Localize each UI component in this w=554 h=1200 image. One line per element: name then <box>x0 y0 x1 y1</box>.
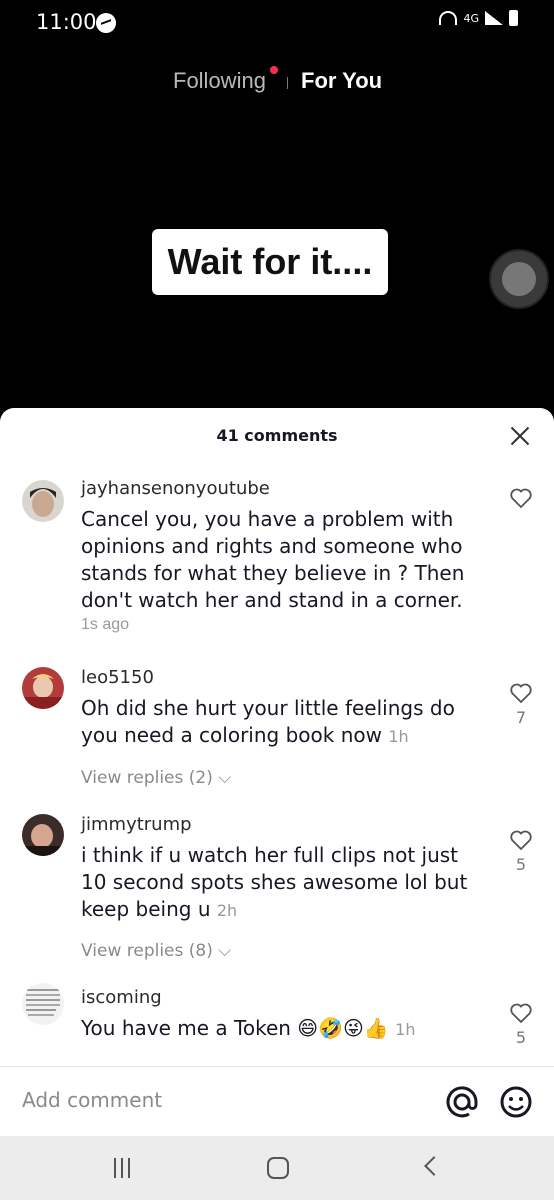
view-replies-link[interactable]: View replies (2) ⌵ <box>81 768 231 788</box>
heart-icon[interactable] <box>509 1001 533 1025</box>
comment-body: You have me a Token 😄🤣😜👍 <box>81 1016 389 1040</box>
battery-icon <box>509 10 518 26</box>
tab-for-you[interactable]: For You <box>301 68 382 94</box>
record-disc-button[interactable] <box>489 249 549 309</box>
view-replies-label: View replies (8) <box>81 941 213 961</box>
view-replies-link[interactable]: View replies (8) ⌵ <box>81 941 231 961</box>
add-comment-input[interactable] <box>22 1088 422 1112</box>
video-caption: Wait for it.... <box>152 229 388 295</box>
like-count: 5 <box>515 1028 527 1047</box>
add-comment-bar <box>0 1066 554 1136</box>
comments-count: 41 comments <box>216 426 338 445</box>
comment-username[interactable]: leo5150 <box>81 667 154 688</box>
status-bar: 11:00 4G <box>0 0 554 44</box>
back-icon[interactable] <box>424 1156 444 1176</box>
comment-username[interactable]: jimmytrump <box>81 814 192 835</box>
heart-icon[interactable] <box>509 486 533 510</box>
close-icon[interactable] <box>508 424 532 448</box>
at-icon[interactable] <box>445 1085 479 1119</box>
avatar[interactable] <box>22 667 64 709</box>
avatar[interactable] <box>22 480 64 522</box>
comment-body: Cancel you, you have a problem with opin… <box>81 507 465 612</box>
chevron-down-icon: ⌵ <box>218 941 232 961</box>
like-count: 5 <box>515 855 527 874</box>
heart-icon[interactable] <box>509 681 533 705</box>
chevron-down-icon: ⌵ <box>218 768 232 788</box>
comment-text: You have me a Token 😄🤣😜👍 1h <box>81 1015 481 1043</box>
comment-text: i think if u watch her full clips not ju… <box>81 842 486 924</box>
recents-icon[interactable] <box>112 1158 132 1178</box>
system-nav-bar <box>0 1136 554 1200</box>
comment-text: Oh did she hurt your little feelings do … <box>81 695 491 750</box>
status-time: 11:00 <box>36 10 97 34</box>
comment-time: 1s ago <box>81 616 130 633</box>
network-type: 4G <box>463 11 479 25</box>
avatar[interactable] <box>22 983 64 1025</box>
avatar[interactable] <box>22 814 64 856</box>
feed-tabs: Following For You <box>0 66 554 100</box>
like-count: 7 <box>515 708 527 727</box>
comment-time: 1h <box>395 1020 416 1039</box>
emoji-icon[interactable] <box>499 1085 533 1119</box>
messenger-icon <box>96 13 116 33</box>
comment-body: i think if u watch her full clips not ju… <box>81 843 468 921</box>
heart-icon[interactable] <box>509 828 533 852</box>
tab-divider <box>287 77 288 89</box>
wifi-icon <box>439 11 458 25</box>
comment-time: 1h <box>388 727 409 746</box>
comment-username[interactable]: jayhansenonyoutube <box>81 478 270 499</box>
tab-following[interactable]: Following <box>173 68 266 94</box>
new-content-dot <box>270 66 278 74</box>
comment-username[interactable]: iscoming <box>81 987 162 1008</box>
home-icon[interactable] <box>267 1157 289 1179</box>
status-indicators: 4G <box>439 10 518 26</box>
comment-text: Cancel you, you have a problem with opin… <box>81 506 481 614</box>
signal-icon <box>485 11 503 25</box>
comment-time: 2h <box>216 901 238 920</box>
view-replies-label: View replies (2) <box>81 768 213 788</box>
